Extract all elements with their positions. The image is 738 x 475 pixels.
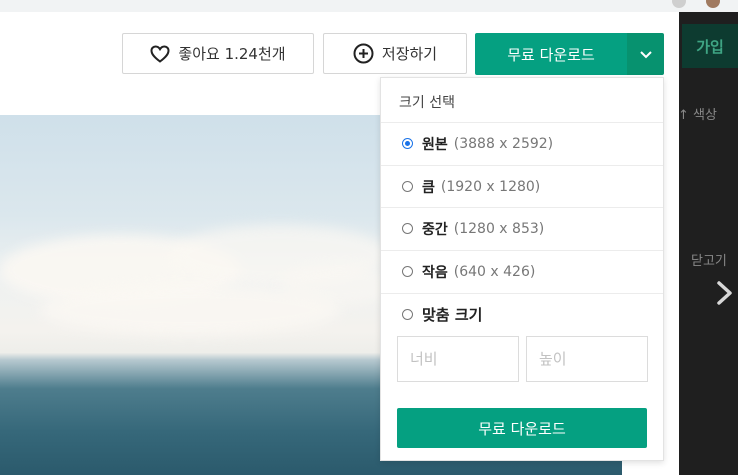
size-option-small[interactable]: 작음 (640 x 426) [381,250,663,292]
plus-circle-icon [353,43,374,64]
radio-custom[interactable] [402,309,413,320]
radio-original[interactable] [402,138,413,149]
browser-top-strip [0,0,738,12]
color-label: 색상 [693,108,717,123]
radio-large[interactable] [402,181,413,192]
chevron-down-icon [639,45,653,64]
option-dims: (1920 x 1280) [440,178,541,195]
download-size-menu: 크기 선택 원본 (3888 x 2592) 큼 (1920 x 1280) 중… [380,77,664,461]
save-button[interactable]: 저장하기 [323,33,467,74]
save-label: 저장하기 [381,45,438,63]
join-button[interactable]: 가입 [682,24,738,68]
free-download-button[interactable]: 무료 다운로드 [475,33,627,75]
extension-icon[interactable] [672,0,686,8]
size-option-large[interactable]: 큼 (1920 x 1280) [381,165,663,207]
option-dims: (1280 x 853) [453,220,545,237]
option-dims: (3888 x 2592) [453,135,554,152]
height-field[interactable] [526,336,648,382]
side-panel [679,12,738,475]
width-field[interactable] [397,336,519,382]
option-name: 원본 [422,136,448,153]
size-option-original[interactable]: 원본 (3888 x 2592) [381,122,663,164]
close-label: 닫고기 [691,254,727,269]
radio-medium[interactable] [402,223,413,234]
color-filter-label[interactable]: ↑ 색상 [678,104,717,123]
like-label: 좋아요 1.24천개 [178,45,286,63]
size-option-medium[interactable]: 중간 (1280 x 853) [381,207,663,249]
download-options-toggle[interactable] [627,33,664,75]
option-name: 큼 [422,179,435,196]
arrow-up-icon: ↑ [678,108,689,123]
profile-avatar[interactable] [706,0,720,8]
heart-icon [150,44,170,63]
option-dims: (640 x 426) [453,263,536,280]
dropdown-download-button[interactable]: 무료 다운로드 [397,408,647,448]
option-name: 중간 [422,221,448,238]
like-button[interactable]: 좋아요 1.24천개 [122,33,314,74]
size-select-title: 크기 선택 [399,95,455,111]
radio-small[interactable] [402,266,413,277]
option-name: 작음 [422,264,448,281]
chevron-right-icon[interactable] [713,280,737,306]
custom-size-label: 맞춤 크기 [422,306,483,324]
size-option-custom[interactable]: 맞춤 크기 [381,293,663,335]
